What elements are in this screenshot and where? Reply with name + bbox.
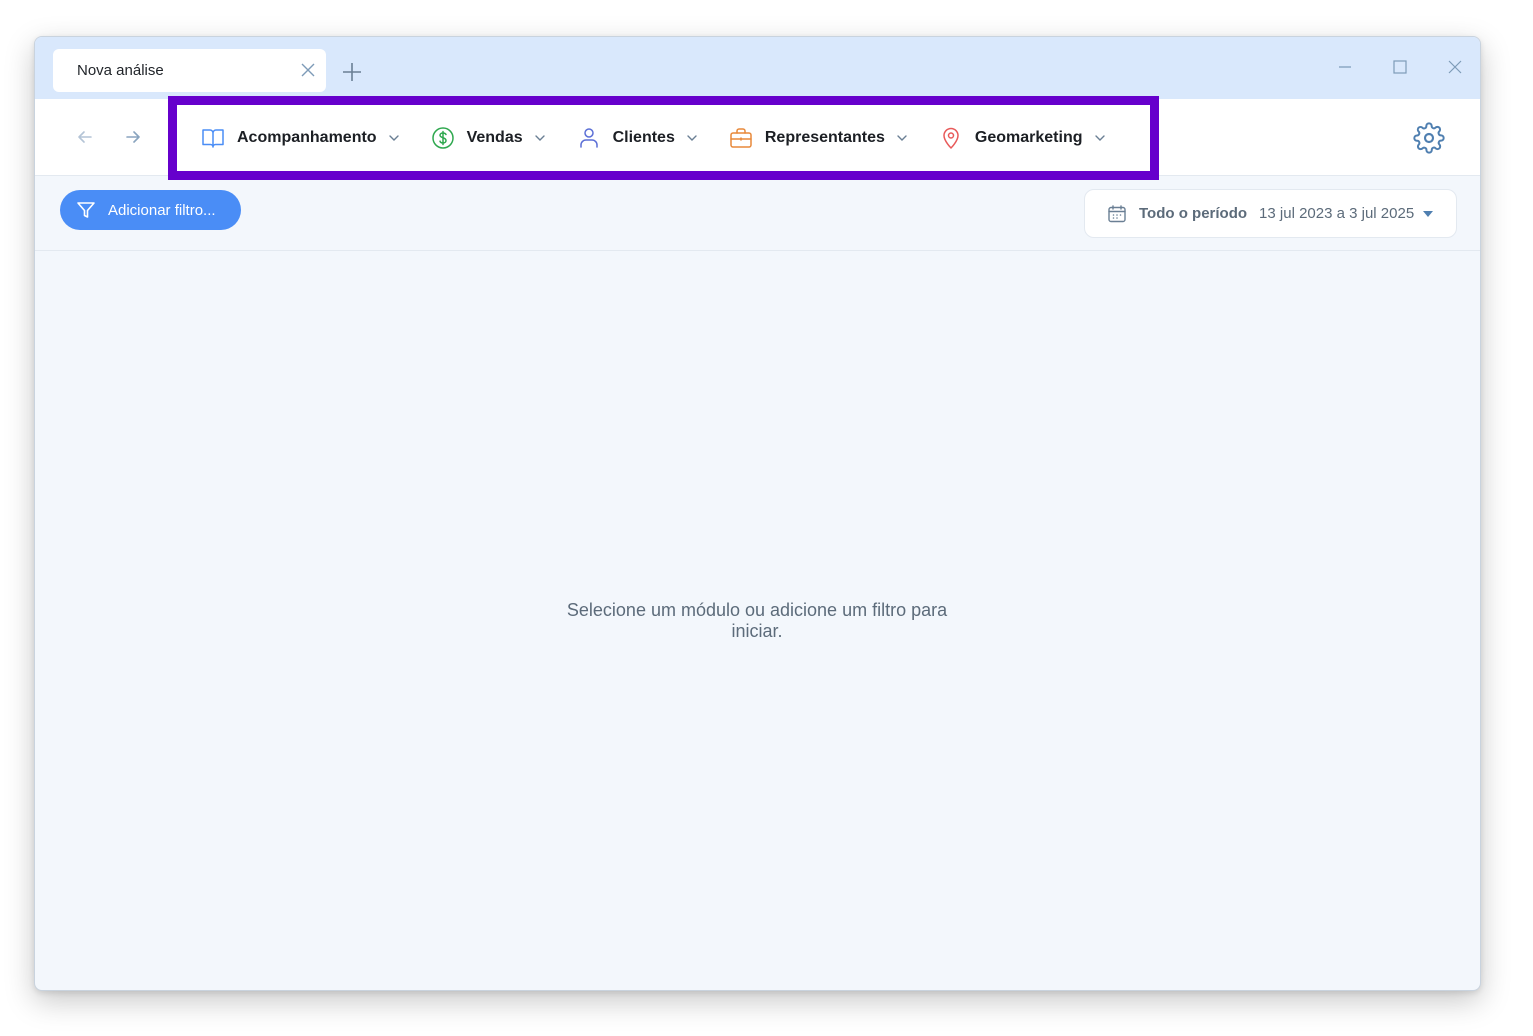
module-label: Representantes: [764, 128, 885, 146]
arrow-left-icon[interactable]: [75, 127, 95, 147]
caret-down-icon: [1423, 211, 1433, 217]
module-label: Geomarketing: [974, 128, 1083, 146]
module-clientes[interactable]: Clientes: [577, 118, 699, 158]
dollar-circle-icon: [431, 126, 454, 149]
title-bar: Nova análise: [35, 37, 1480, 99]
chevron-down-icon: [388, 134, 399, 141]
window-close-icon[interactable]: [1447, 59, 1463, 75]
filter-icon: [77, 202, 95, 218]
module-menu: Acompanhamento Vendas Clientes Represent…: [201, 99, 1137, 176]
map-pin-icon: [943, 127, 959, 149]
add-filter-button[interactable]: Adicionar filtro...: [60, 190, 241, 230]
tab-title: Nova análise: [77, 62, 164, 79]
chevron-down-icon: [897, 134, 907, 141]
period-range: 13 jul 2023 a 3 jul 2025: [1259, 205, 1415, 222]
empty-state-message: Selecione um módulo ou adicione um filtr…: [566, 600, 948, 641]
module-representantes[interactable]: Representantes: [729, 118, 909, 158]
period-label: Todo o período: [1139, 205, 1248, 222]
chevron-down-icon: [534, 134, 545, 141]
calendar-icon: [1108, 204, 1126, 222]
maximize-icon[interactable]: [1392, 59, 1408, 75]
book-icon: [202, 128, 224, 148]
module-geomarketing[interactable]: Geomarketing: [939, 118, 1107, 158]
module-vendas[interactable]: Vendas: [431, 118, 547, 158]
module-label: Acompanhamento: [237, 128, 377, 146]
module-label: Vendas: [466, 128, 523, 146]
chevron-down-icon: [687, 134, 697, 141]
module-toolbar: Acompanhamento Vendas Clientes Represent…: [35, 96, 1480, 180]
close-icon[interactable]: [300, 62, 316, 78]
module-acompanhamento[interactable]: Acompanhamento: [201, 118, 401, 158]
period-selector[interactable]: Todo o período 13 jul 2023 a 3 jul 2025: [1084, 189, 1457, 238]
user-icon: [579, 127, 598, 148]
add-filter-label: Adicionar filtro...: [108, 201, 216, 219]
arrow-right-icon[interactable]: [123, 127, 143, 147]
briefcase-icon: [730, 127, 752, 148]
gear-icon[interactable]: [1413, 122, 1445, 154]
chevron-down-icon: [1094, 134, 1105, 141]
minimize-icon[interactable]: [1337, 59, 1353, 75]
plus-icon[interactable]: [341, 61, 363, 83]
app-window: Nova análise Acompanhamento Vendas Clien…: [34, 36, 1481, 991]
filter-bar: Adicionar filtro... Todo o período 13 ju…: [35, 176, 1480, 251]
module-label: Clientes: [612, 128, 675, 146]
tab-nova-analise[interactable]: Nova análise: [53, 49, 326, 92]
